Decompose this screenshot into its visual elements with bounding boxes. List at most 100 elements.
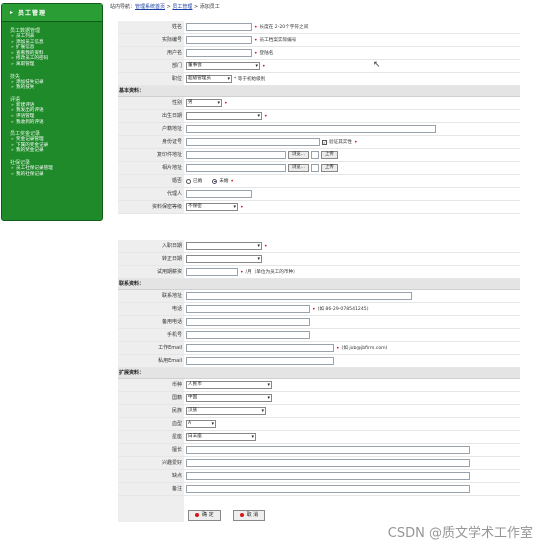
ok-button-label: 确 定 bbox=[202, 511, 214, 518]
phone2-input[interactable] bbox=[186, 318, 310, 326]
salary-input[interactable] bbox=[186, 268, 238, 276]
phone2-label: 备用电话 bbox=[118, 316, 184, 328]
salary-hint: /月（单位为员工的币种） bbox=[245, 270, 298, 275]
phone-input[interactable] bbox=[186, 305, 310, 313]
sidebar-item-resign[interactable]: 离职管理 bbox=[2, 62, 102, 68]
mobile-input[interactable] bbox=[186, 331, 310, 339]
hobby-input[interactable] bbox=[186, 459, 470, 467]
photo-path-input[interactable] bbox=[186, 164, 286, 172]
weak-input[interactable] bbox=[186, 472, 470, 480]
address-input[interactable] bbox=[186, 292, 412, 300]
row-entry: 入职日期 • bbox=[118, 240, 520, 253]
name-label: 姓名 bbox=[118, 21, 184, 33]
verify-label: 验证其实性 bbox=[329, 140, 352, 145]
skill-input[interactable] bbox=[186, 446, 470, 454]
row-marry: 婚否 已婚 未婚 • bbox=[118, 175, 520, 188]
row-country: 国籍 中国 bbox=[118, 392, 520, 405]
country-label: 国籍 bbox=[118, 392, 184, 404]
row-username: 用户名 • 登陆名 bbox=[118, 47, 520, 60]
dept-label: 部门 bbox=[118, 60, 184, 72]
row-address: 联系地址 bbox=[118, 290, 520, 303]
gender-select[interactable]: 男 bbox=[186, 99, 222, 107]
photo-filename-box bbox=[310, 164, 319, 172]
email2-input[interactable] bbox=[186, 357, 334, 365]
cancel-button-label: 取 消 bbox=[246, 511, 259, 518]
hobby-label: 兴趣爱好 bbox=[118, 457, 184, 469]
username-hint: 登陆名 bbox=[259, 51, 274, 56]
bullet-icon: ▸ bbox=[10, 9, 15, 16]
cancel-button[interactable]: 取 消 bbox=[232, 509, 266, 521]
required-mark: • bbox=[353, 138, 358, 146]
required-mark: • bbox=[224, 99, 228, 107]
code-input[interactable] bbox=[186, 36, 252, 44]
ok-icon bbox=[195, 513, 199, 517]
email-label: 工作Email bbox=[118, 342, 184, 354]
required-mark: • bbox=[240, 268, 244, 276]
star-select[interactable]: 白羊座 bbox=[186, 433, 256, 441]
nation-label: 民族 bbox=[118, 405, 184, 417]
address-label: 联系地址 bbox=[118, 290, 184, 302]
row-actions: 确 定 取 消 bbox=[118, 508, 520, 522]
row-skill: 擅长 bbox=[118, 444, 520, 457]
sidebar-item-my-insurance[interactable]: 我的社保记录 bbox=[2, 172, 102, 178]
blood-select[interactable]: A bbox=[186, 420, 216, 428]
copy-path-input[interactable] bbox=[186, 151, 286, 159]
photo-upload-button[interactable]: 上传 bbox=[320, 164, 338, 172]
name-input[interactable] bbox=[186, 23, 252, 31]
entry-label: 入职日期 bbox=[118, 240, 184, 252]
row-star: 星座 白羊座 bbox=[118, 431, 520, 444]
nation-select[interactable]: 汉族 bbox=[186, 407, 266, 415]
entry-date-input[interactable] bbox=[186, 242, 262, 250]
hukou-input[interactable] bbox=[186, 125, 436, 133]
sidebar-section-staff: 员工数据管理 bbox=[10, 28, 41, 34]
role-select[interactable]: 超级管理员 bbox=[186, 75, 232, 83]
photo-browse-button[interactable]: 浏览... bbox=[288, 164, 309, 172]
email-input[interactable] bbox=[186, 344, 334, 352]
star-label: 星座 bbox=[118, 431, 184, 443]
birth-label: 出生日期 bbox=[118, 110, 184, 122]
copy-upload-button[interactable]: 上传 bbox=[320, 151, 338, 159]
required-mark: • bbox=[264, 112, 268, 120]
skill-label: 擅长 bbox=[118, 444, 184, 456]
single-radio[interactable] bbox=[212, 178, 218, 184]
required-mark: • bbox=[312, 305, 316, 313]
row-phone2: 备用电话 bbox=[118, 316, 520, 329]
row-hobby: 兴趣爱好 bbox=[118, 457, 520, 470]
cancel-icon bbox=[239, 513, 244, 517]
secret-select[interactable]: 不保密 bbox=[186, 203, 238, 211]
actions-label bbox=[118, 508, 184, 522]
verify-checkbox[interactable]: ✓ bbox=[322, 139, 327, 145]
married-radio[interactable] bbox=[186, 178, 191, 184]
marry-label: 婚否 bbox=[118, 175, 184, 187]
dept-select[interactable]: 董事会 bbox=[186, 62, 260, 70]
sidebar-item-my-bonus[interactable]: 我的奖金记录 bbox=[2, 148, 102, 154]
breadcrumb-staff-link[interactable]: 员工管理 bbox=[172, 4, 192, 10]
row-code: 实际编号 • 员工档案实际编号 bbox=[118, 34, 520, 47]
regular-date-input[interactable] bbox=[186, 255, 262, 263]
breadcrumb-home-link[interactable]: 管理系统首页 bbox=[135, 4, 165, 10]
ok-button[interactable]: 确 定 bbox=[188, 509, 221, 521]
idcard-input[interactable] bbox=[186, 138, 320, 146]
contact-section-header: 联系资料： bbox=[118, 279, 520, 290]
role-hint: * 等于初始级别 bbox=[234, 77, 266, 82]
regular-label: 转正日期 bbox=[118, 253, 184, 265]
idcard-label: 身份证号 bbox=[118, 136, 184, 148]
row-role: 职位 超级管理员* 等于初始级别 bbox=[118, 73, 520, 86]
row-name: 姓名 • 长度在 2-20个字符之间 bbox=[118, 21, 520, 34]
note-input[interactable] bbox=[186, 485, 470, 493]
sidebar-item-received-comments[interactable]: 我收到的评语 bbox=[2, 120, 102, 126]
username-input[interactable] bbox=[186, 49, 252, 57]
row-regular: 转正日期 bbox=[118, 253, 520, 266]
agent-input[interactable] bbox=[186, 190, 252, 198]
role-label: 职位 bbox=[118, 73, 184, 85]
copy-browse-button[interactable]: 浏览... bbox=[288, 151, 309, 159]
required-mark: • bbox=[230, 177, 234, 185]
currency-select[interactable]: 人民币 bbox=[186, 381, 272, 389]
required-mark: • bbox=[254, 36, 258, 44]
country-select[interactable]: 中国 bbox=[186, 394, 272, 402]
sidebar-item-my-skill[interactable]: 我的技失 bbox=[2, 85, 102, 91]
required-mark: • bbox=[262, 62, 266, 70]
breadcrumb-current: 添加员工 bbox=[199, 4, 220, 10]
birth-date-input[interactable] bbox=[186, 112, 262, 120]
code-hint: 员工档案实际编号 bbox=[259, 38, 297, 43]
